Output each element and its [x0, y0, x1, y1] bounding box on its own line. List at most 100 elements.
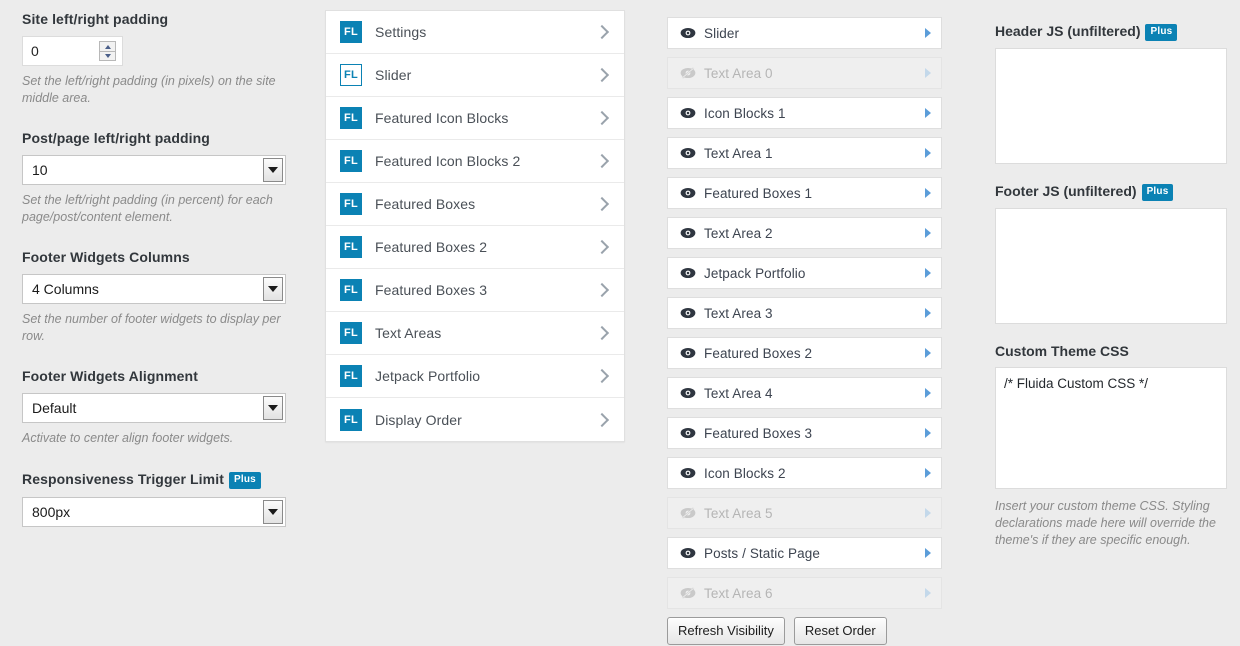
eye-icon[interactable] — [680, 187, 696, 199]
plus-badge: Plus — [228, 472, 261, 489]
visibility-row[interactable]: Slider — [667, 17, 942, 49]
triangle-right-icon[interactable] — [925, 228, 931, 238]
visibility-row[interactable]: Text Area 3 — [667, 297, 942, 329]
settings-list-item[interactable]: FL Featured Boxes — [326, 183, 624, 226]
settings-list-item-label: Settings — [375, 24, 427, 40]
chevron-right-icon[interactable] — [594, 110, 610, 126]
eye-icon[interactable] — [680, 347, 696, 359]
triangle-right-icon[interactable] — [925, 108, 931, 118]
settings-list-item[interactable]: FL Display Order — [326, 398, 624, 441]
triangle-right-icon[interactable] — [925, 508, 931, 518]
footer-js-label-text: Footer JS (unfiltered) — [995, 183, 1137, 199]
visibility-row[interactable]: Featured Boxes 1 — [667, 177, 942, 209]
eye-icon[interactable] — [680, 387, 696, 399]
triangle-right-icon[interactable] — [925, 588, 931, 598]
visibility-row[interactable]: Text Area 6 — [667, 577, 942, 609]
eye-off-icon[interactable] — [680, 67, 696, 79]
settings-list-item[interactable]: FL Featured Boxes 2 — [326, 226, 624, 269]
chevron-right-icon[interactable] — [594, 24, 610, 40]
post-padding-select[interactable]: 10 — [22, 155, 286, 185]
eye-icon[interactable] — [680, 227, 696, 239]
custom-css-textarea[interactable]: /* Fluida Custom CSS */ — [995, 367, 1227, 489]
settings-list-item[interactable]: FL Featured Boxes 3 — [326, 269, 624, 312]
eye-icon[interactable] — [680, 107, 696, 119]
code-column: Header JS (unfiltered) Plus Footer JS (un… — [995, 22, 1227, 564]
site-padding-input[interactable]: 0 — [22, 36, 123, 66]
visibility-row[interactable]: Icon Blocks 1 — [667, 97, 942, 129]
eye-off-icon[interactable] — [680, 507, 696, 519]
eye-icon[interactable] — [680, 307, 696, 319]
visibility-row[interactable]: Text Area 4 — [667, 377, 942, 409]
chevron-right-icon[interactable] — [594, 325, 610, 341]
visibility-row[interactable]: Featured Boxes 3 — [667, 417, 942, 449]
eye-icon[interactable] — [680, 467, 696, 479]
custom-css-block: Custom Theme CSS /* Fluida Custom CSS */… — [995, 342, 1227, 549]
footer-js-textarea[interactable] — [995, 208, 1227, 324]
settings-list-item[interactable]: FL Slider — [326, 54, 624, 97]
visibility-row[interactable]: Jetpack Portfolio — [667, 257, 942, 289]
eye-icon[interactable] — [680, 547, 696, 559]
triangle-right-icon[interactable] — [925, 428, 931, 438]
reset-order-button[interactable]: Reset Order — [793, 617, 887, 645]
visibility-row[interactable]: Text Area 2 — [667, 217, 942, 249]
field-post-padding: Post/page left/right padding 10 Set the … — [22, 129, 312, 226]
chevron-right-icon[interactable] — [594, 282, 610, 298]
stepper-down-icon[interactable] — [99, 51, 116, 61]
triangle-right-icon[interactable] — [925, 188, 931, 198]
stepper-up-icon[interactable] — [99, 41, 116, 51]
chevron-right-icon[interactable] — [594, 368, 610, 384]
triangle-right-icon[interactable] — [925, 348, 931, 358]
triangle-right-icon[interactable] — [925, 268, 931, 278]
triangle-right-icon[interactable] — [925, 308, 931, 318]
eye-icon[interactable] — [680, 267, 696, 279]
chevron-down-icon[interactable] — [263, 158, 283, 182]
chevron-down-icon[interactable] — [263, 396, 283, 420]
settings-list-item[interactable]: FL Featured Icon Blocks — [326, 97, 624, 140]
triangle-right-icon[interactable] — [925, 148, 931, 158]
footer-widgets-alignment-select[interactable]: Default — [22, 393, 286, 423]
visibility-row[interactable]: Posts / Static Page — [667, 537, 942, 569]
header-js-textarea[interactable] — [995, 48, 1227, 164]
chevron-right-icon[interactable] — [594, 239, 610, 255]
fl-badge-icon: FL — [340, 107, 362, 129]
visibility-row[interactable]: Icon Blocks 2 — [667, 457, 942, 489]
triangle-right-icon[interactable] — [925, 28, 931, 38]
chevron-down-icon[interactable] — [263, 277, 283, 301]
chevron-right-icon[interactable] — [594, 412, 610, 428]
responsiveness-trigger-limit-select[interactable]: 800px — [22, 497, 286, 527]
triangle-right-icon[interactable] — [925, 468, 931, 478]
eye-off-icon[interactable] — [680, 587, 696, 599]
triangle-right-icon[interactable] — [925, 548, 931, 558]
settings-list-item[interactable]: FL Text Areas — [326, 312, 624, 355]
settings-list-item[interactable]: FL Jetpack Portfolio — [326, 355, 624, 398]
triangle-right-icon[interactable] — [925, 68, 931, 78]
refresh-visibility-button[interactable]: Refresh Visibility — [667, 617, 785, 645]
field-label: Footer Widgets Alignment — [22, 367, 312, 385]
footer-widgets-columns-select[interactable]: 4 Columns — [22, 274, 286, 304]
plus-badge: Plus — [1145, 24, 1178, 41]
visibility-row[interactable]: Text Area 5 — [667, 497, 942, 529]
visibility-row-label: Text Area 0 — [704, 65, 773, 81]
triangle-right-icon[interactable] — [925, 388, 931, 398]
eye-icon[interactable] — [680, 427, 696, 439]
visibility-row-label: Text Area 4 — [704, 385, 773, 401]
settings-list-item-label: Slider — [375, 67, 412, 83]
field-footer-widgets-alignment: Footer Widgets Alignment Default Activat… — [22, 367, 312, 447]
chevron-right-icon[interactable] — [594, 67, 610, 83]
visibility-row[interactable]: Text Area 1 — [667, 137, 942, 169]
footer-js-block: Footer JS (unfiltered) Plus — [995, 182, 1227, 324]
eye-icon[interactable] — [680, 27, 696, 39]
visibility-rows: Slider Text Area 0 Icon Blocks 1 Text Area … — [667, 17, 942, 609]
settings-list-item[interactable]: FL Featured Icon Blocks 2 — [326, 140, 624, 183]
visibility-row-label: Featured Boxes 3 — [704, 425, 813, 441]
chevron-right-icon[interactable] — [594, 196, 610, 212]
visibility-row[interactable]: Featured Boxes 2 — [667, 337, 942, 369]
visibility-row[interactable]: Text Area 0 — [667, 57, 942, 89]
chevron-right-icon[interactable] — [594, 153, 610, 169]
eye-icon[interactable] — [680, 147, 696, 159]
settings-list-item[interactable]: FL Settings — [326, 11, 624, 54]
fl-badge-icon: FL — [340, 236, 362, 258]
number-stepper[interactable] — [99, 40, 116, 62]
field-description: Set the left/right padding (in pixels) o… — [22, 74, 276, 105]
chevron-down-icon[interactable] — [263, 500, 283, 524]
